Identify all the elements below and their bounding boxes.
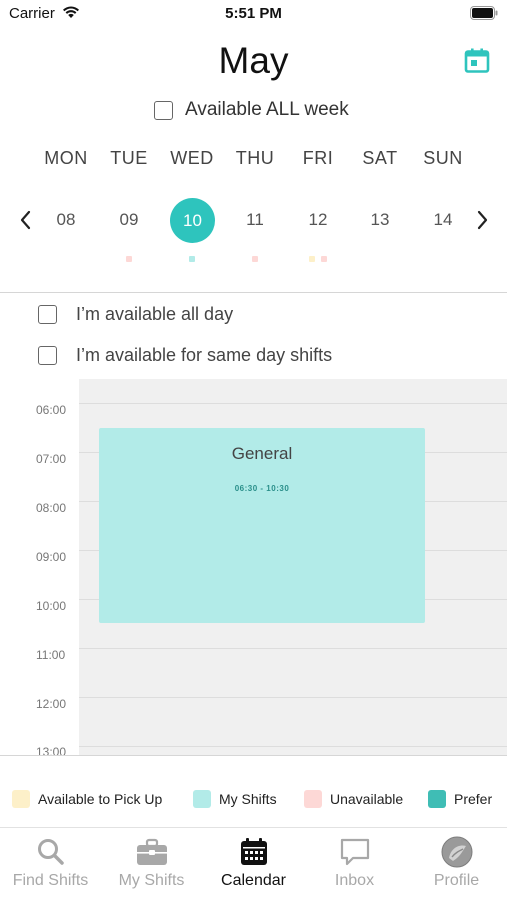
- previous-week-arrow-icon[interactable]: [14, 208, 38, 232]
- tab-my-shifts[interactable]: My Shifts: [101, 836, 202, 896]
- tab-find-shifts[interactable]: Find Shifts: [0, 836, 101, 896]
- available-all-week-toggle[interactable]: Available ALL week: [154, 98, 349, 122]
- available-pickup-dot: [309, 256, 315, 262]
- day-name-sun: SUN: [423, 148, 463, 168]
- tab-label: Profile: [433, 872, 480, 889]
- hour-label: 06:00: [36, 403, 67, 417]
- shift-block[interactable]: General 06:30 - 10:30: [99, 428, 425, 623]
- briefcase-icon: [101, 836, 202, 868]
- legend-item-unavailable: Unavailable: [304, 788, 403, 810]
- my-shift-dot: [189, 256, 195, 262]
- legend-swatch: [304, 790, 322, 808]
- date-09[interactable]: 09: [107, 210, 151, 230]
- legend-item-my-shifts: My Shifts: [193, 788, 277, 810]
- legend-label: Available to Pick Up: [38, 791, 163, 807]
- day-name-thu: THU: [235, 148, 275, 168]
- same-day-shifts-toggle[interactable]: I’m available for same day shifts: [38, 343, 332, 367]
- available-all-week-checkbox[interactable]: [154, 100, 173, 120]
- tab-label: Calendar: [221, 872, 286, 889]
- next-week-arrow-icon[interactable]: [470, 208, 494, 232]
- hour-label: 10:00: [36, 599, 67, 613]
- tab-label: Find Shifts: [12, 872, 89, 889]
- chat-bubble-icon: [304, 836, 405, 868]
- tab-label: Inbox: [334, 872, 375, 889]
- avatar-icon: [406, 836, 507, 868]
- date-13[interactable]: 13: [358, 210, 402, 230]
- hour-label: 13:00: [36, 745, 67, 755]
- hour-label: 07:00: [36, 452, 67, 466]
- date-08[interactable]: 08: [44, 210, 88, 230]
- tab-calendar[interactable]: Calendar: [203, 836, 304, 896]
- legend-label: Prefer: [454, 791, 493, 807]
- hour-label: 11:00: [36, 648, 66, 662]
- day-name-sat: SAT: [362, 148, 398, 168]
- hour-label: 09:00: [36, 550, 67, 564]
- legend-item-available-to-pick-up: Available to Pick Up: [12, 788, 162, 810]
- available-all-day-checkbox[interactable]: [38, 304, 57, 324]
- tab-label: My Shifts: [118, 872, 185, 889]
- day-name-fri: FRI: [302, 148, 334, 168]
- available-all-day-toggle[interactable]: I’m available all day: [38, 302, 233, 326]
- legend-item-prefer: Prefer: [428, 788, 492, 810]
- calendar-icon: [203, 836, 304, 868]
- day-name-tue: TUE: [110, 148, 148, 168]
- status-bar: Carrier 5:51 PM: [0, 0, 507, 28]
- available-all-week-label: Available ALL week: [185, 99, 349, 120]
- same-day-shifts-checkbox[interactable]: [38, 345, 57, 365]
- schedule-bottom-divider: [0, 755, 507, 756]
- available-all-day-label: I’m available all day: [76, 303, 234, 324]
- hour-gridline: [79, 697, 507, 698]
- month-title: May: [218, 40, 289, 81]
- day-name-mon: MON: [44, 148, 88, 168]
- tab-profile[interactable]: Profile: [406, 836, 507, 896]
- day-name-wed: WED: [170, 148, 214, 168]
- search-icon: [0, 836, 101, 868]
- hour-label: 12:00: [36, 697, 67, 711]
- battery-icon: [470, 6, 498, 25]
- legend-label: My Shifts: [219, 791, 277, 807]
- status-time: 5:51 PM: [225, 5, 282, 22]
- unavailable-dot: [321, 256, 327, 262]
- legend-label: Unavailable: [330, 791, 404, 807]
- date-12[interactable]: 12: [296, 210, 340, 230]
- legend-swatch: [428, 790, 446, 808]
- hour-label: 08:00: [36, 501, 67, 515]
- same-day-shifts-label: I’m available for same day shifts: [76, 344, 333, 365]
- tab-inbox[interactable]: Inbox: [304, 836, 405, 896]
- shift-time-range: 06:30 - 10:30: [234, 484, 290, 493]
- date-11[interactable]: 11: [233, 210, 277, 230]
- unavailable-dot: [126, 256, 132, 262]
- hour-gridline: [79, 648, 507, 649]
- shift-name: General: [231, 444, 293, 463]
- unavailable-dot: [252, 256, 258, 262]
- section-divider: [0, 292, 507, 293]
- date-14[interactable]: 14: [421, 210, 465, 230]
- legend-swatch: [12, 790, 30, 808]
- legend-swatch: [193, 790, 211, 808]
- hour-gridline: [79, 403, 507, 404]
- date-10-selected[interactable]: 10: [170, 198, 215, 243]
- selected-date-label: 10: [183, 211, 202, 230]
- calendar-icon[interactable]: [463, 47, 491, 75]
- tab-bar-divider: [0, 827, 507, 828]
- hour-gridline: [79, 746, 507, 747]
